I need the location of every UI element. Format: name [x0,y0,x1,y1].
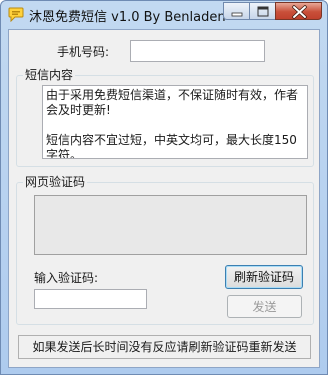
captcha-image [34,195,307,255]
send-button[interactable]: 发送 [227,295,302,318]
minimize-button[interactable] [223,2,249,20]
phone-label: 手机号码: [57,45,110,59]
minimize-icon [231,12,243,17]
status-text: 如果发送后长时间没有反应请刷新验证码重新发送 [32,340,297,354]
title-bar[interactable]: 沐恩免费短信 v1.0 By Benladen [1,1,327,29]
close-button[interactable] [275,2,322,20]
phone-input[interactable] [130,40,265,62]
window-title: 沐恩免费短信 v1.0 By Benladen [29,10,226,25]
status-bar: 如果发送后长时间没有反应请刷新验证码重新发送 [18,335,311,359]
maximize-button[interactable] [249,2,275,20]
captcha-input[interactable] [34,289,147,309]
sms-content-line-1: 由于采用免费短信渠道，不保证随时有效，作者会及时更新! [46,88,299,117]
app-window: 沐恩免费短信 v1.0 By Benladen 手机号码: 短信内容 由于采用免… [0,0,328,375]
client-area: 手机号码: 短信内容 由于采用免费短信渠道，不保证随时有效，作者会及时更新! 短… [8,29,320,368]
sms-content-line-2: 短信内容不宜过短，中英文均可，最大长度150字符。 [46,133,297,159]
captcha-input-label: 输入验证码: [34,271,99,285]
speech-bubble-icon [8,7,24,23]
maximize-icon [257,6,269,17]
close-icon [292,5,307,19]
captcha-group-title: 网页验证码 [23,175,88,189]
sms-content-textarea[interactable]: 由于采用免费短信渠道，不保证随时有效，作者会及时更新! 短信内容不宜过短，中英文… [42,85,308,159]
refresh-captcha-button[interactable]: 刷新验证码 [225,265,303,289]
sms-group-title: 短信内容 [23,68,76,82]
